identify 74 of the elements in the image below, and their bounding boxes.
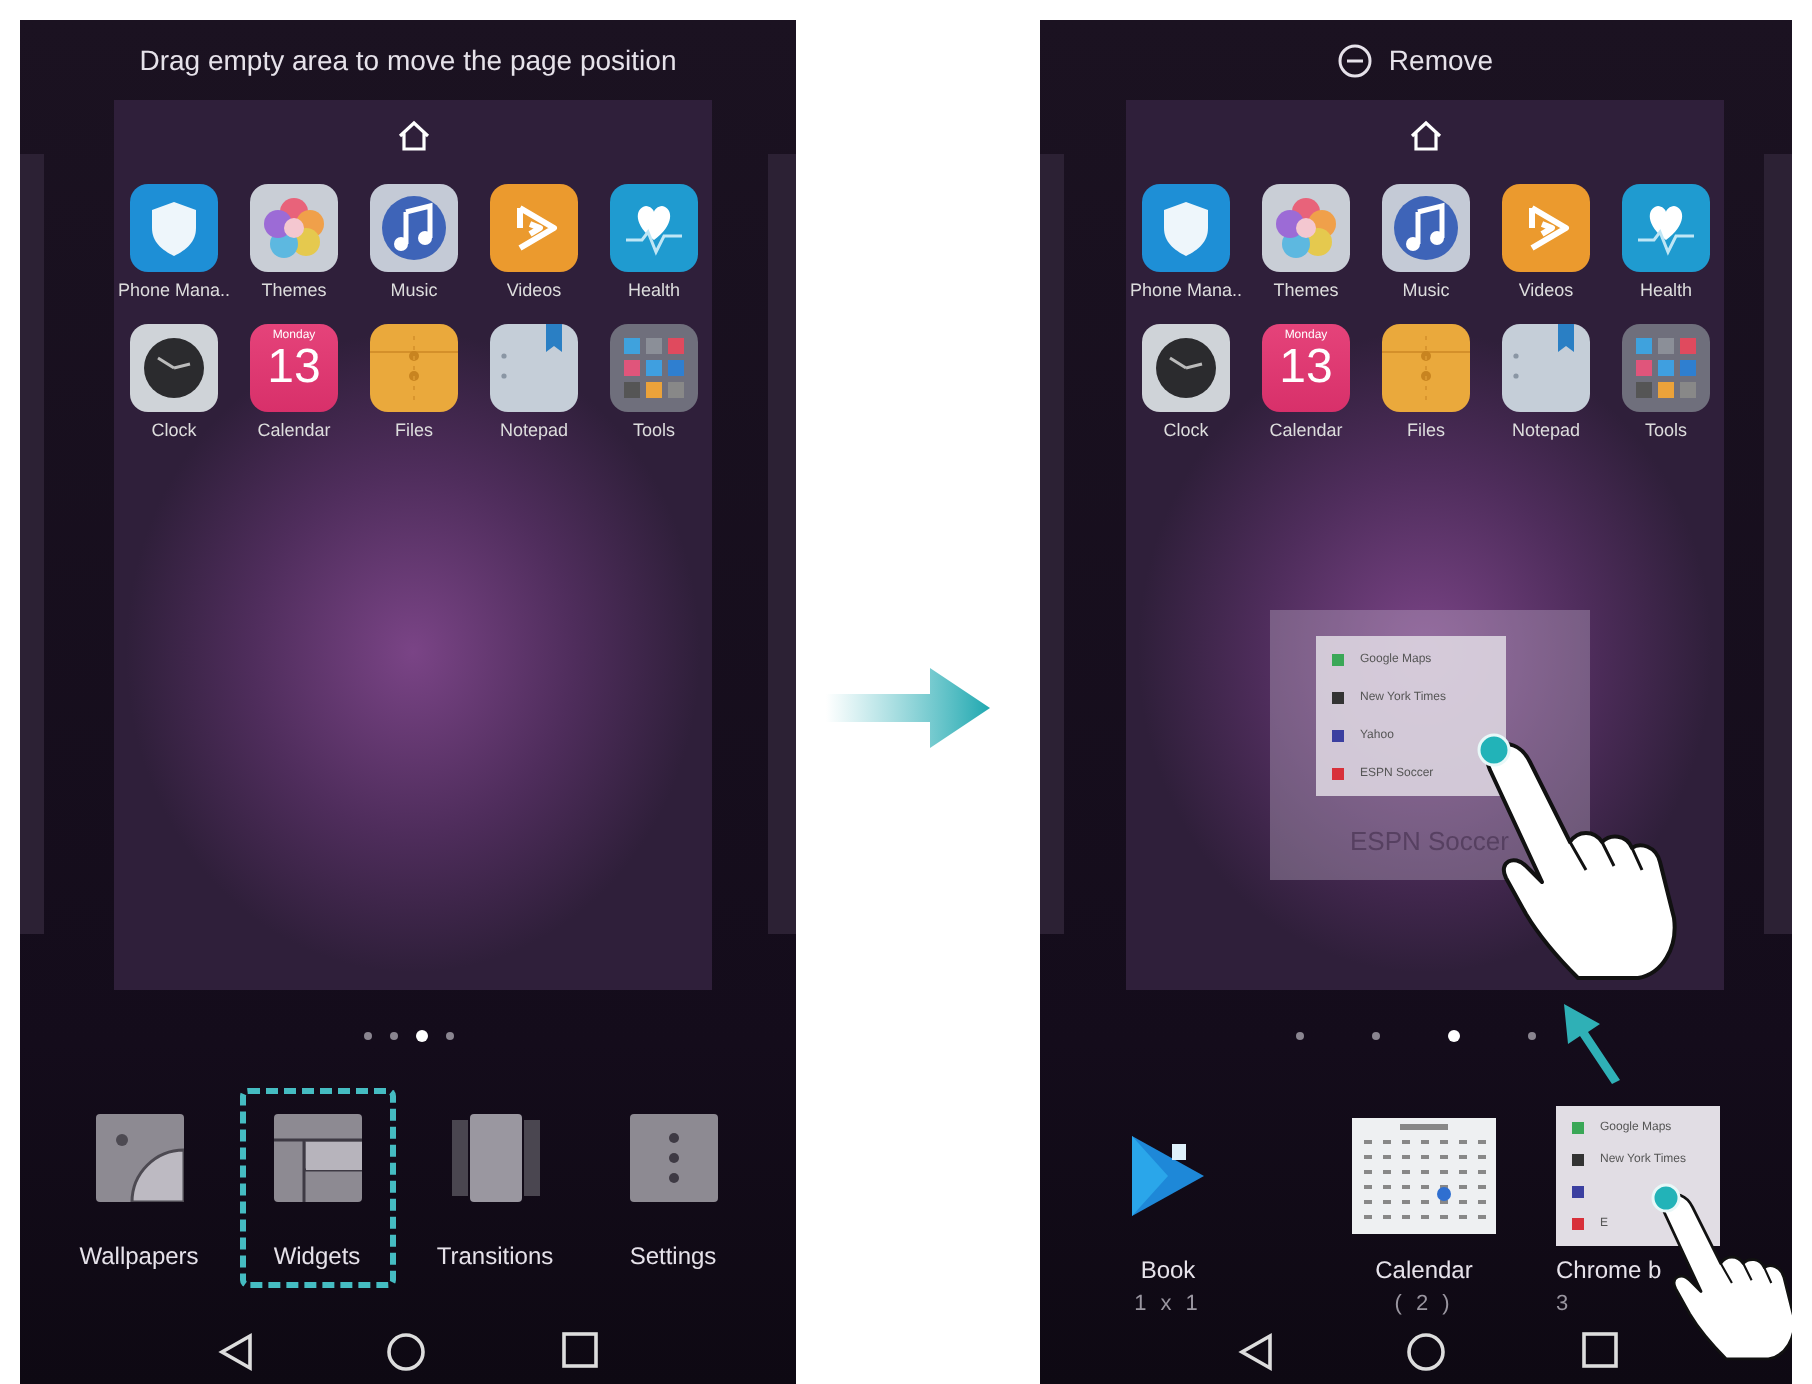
app-shortcut[interactable]: Themes bbox=[1246, 184, 1366, 300]
flower-icon bbox=[250, 184, 338, 272]
remove-icon bbox=[1338, 43, 1373, 77]
calendar-widget-preview[interactable] bbox=[1352, 1118, 1496, 1234]
app-shortcut[interactable]: Health bbox=[594, 184, 714, 300]
page-dot[interactable] bbox=[1528, 1031, 1536, 1039]
recents-icon[interactable] bbox=[1582, 1332, 1618, 1368]
widget-size: ( 2 ) bbox=[1394, 1292, 1454, 1316]
home-circle-icon[interactable] bbox=[386, 1332, 426, 1372]
app-shortcut[interactable]: Tools bbox=[594, 324, 714, 440]
page-dot[interactable] bbox=[415, 1029, 427, 1041]
edit-option-button[interactable]: Wallpapers bbox=[45, 1088, 233, 1288]
page-dot[interactable] bbox=[445, 1031, 453, 1039]
remove-drop-target: Remove bbox=[1388, 44, 1494, 76]
wallpaper-icon bbox=[95, 1114, 183, 1202]
app-shortcut[interactable]: Tools bbox=[1606, 324, 1726, 440]
shield-icon bbox=[130, 184, 218, 272]
hint-text: Drag empty area to move the page position bbox=[139, 44, 677, 76]
folder-icon bbox=[1382, 324, 1470, 412]
book-widget-icon[interactable] bbox=[1128, 1132, 1208, 1220]
app-shortcut[interactable]: Clock bbox=[1126, 324, 1246, 440]
app-shortcut[interactable]: Notepad bbox=[474, 324, 594, 440]
date-text: 13 bbox=[1279, 342, 1333, 394]
notepad-icon bbox=[490, 324, 578, 412]
page-dot[interactable] bbox=[363, 1031, 371, 1039]
date-text: 13 bbox=[267, 342, 321, 394]
touch-point-icon bbox=[1650, 1182, 1682, 1214]
app-shortcut[interactable]: Music bbox=[354, 184, 474, 300]
clock-icon bbox=[130, 324, 218, 412]
app-shortcut[interactable]: Videos bbox=[474, 184, 594, 300]
page-dot[interactable] bbox=[1296, 1031, 1304, 1039]
music-note-icon bbox=[1382, 184, 1470, 272]
home-icon[interactable] bbox=[1407, 120, 1443, 152]
widget-title: Book bbox=[1140, 1256, 1196, 1284]
music-note-icon bbox=[370, 184, 458, 272]
page-dot[interactable] bbox=[389, 1031, 397, 1039]
flow-arrow-icon bbox=[826, 668, 990, 748]
tools-folder-icon bbox=[1622, 324, 1710, 412]
pages-icon bbox=[451, 1114, 539, 1202]
app-shortcut[interactable]: Files bbox=[1366, 324, 1486, 440]
widget-grid-icon bbox=[273, 1114, 361, 1202]
widget-title: Chrome b bbox=[1556, 1256, 1662, 1284]
widget-size: 1 x 1 bbox=[1134, 1292, 1202, 1316]
notepad-icon bbox=[1502, 324, 1590, 412]
clock-icon bbox=[1142, 324, 1230, 412]
app-shortcut[interactable]: Phone Mana.. bbox=[114, 184, 234, 300]
touch-point-icon bbox=[1476, 732, 1512, 768]
more-dots-icon bbox=[629, 1114, 717, 1202]
app-shortcut[interactable]: Music bbox=[1366, 184, 1486, 300]
home-circle-icon[interactable] bbox=[1406, 1332, 1446, 1372]
edit-option-button[interactable]: Transitions bbox=[402, 1088, 588, 1288]
back-icon[interactable] bbox=[218, 1332, 254, 1372]
app-shortcut[interactable]: Themes bbox=[234, 184, 354, 300]
widget-title: Calendar bbox=[1375, 1256, 1473, 1284]
play-icon bbox=[490, 184, 578, 272]
folder-icon bbox=[370, 324, 458, 412]
back-icon[interactable] bbox=[1238, 1332, 1274, 1372]
widget-size: 3 bbox=[1556, 1292, 1573, 1316]
home-icon[interactable] bbox=[395, 120, 431, 152]
edit-option-button[interactable]: Settings bbox=[595, 1088, 751, 1288]
shield-icon bbox=[1142, 184, 1230, 272]
app-shortcut[interactable]: Clock bbox=[114, 324, 234, 440]
app-shortcut[interactable]: Files bbox=[354, 324, 474, 440]
edit-option-button[interactable]: Widgets bbox=[239, 1088, 395, 1288]
tools-folder-icon bbox=[610, 324, 698, 412]
app-shortcut[interactable]: Videos bbox=[1486, 184, 1606, 300]
recents-icon[interactable] bbox=[562, 1332, 598, 1368]
page-dot[interactable] bbox=[1372, 1031, 1380, 1039]
page-dot[interactable] bbox=[1448, 1029, 1460, 1041]
app-shortcut[interactable]: Health bbox=[1606, 184, 1726, 300]
flower-icon bbox=[1262, 184, 1350, 272]
app-shortcut[interactable]: Phone Mana.. bbox=[1126, 184, 1246, 300]
app-shortcut[interactable]: Notepad bbox=[1486, 324, 1606, 440]
play-icon bbox=[1502, 184, 1590, 272]
